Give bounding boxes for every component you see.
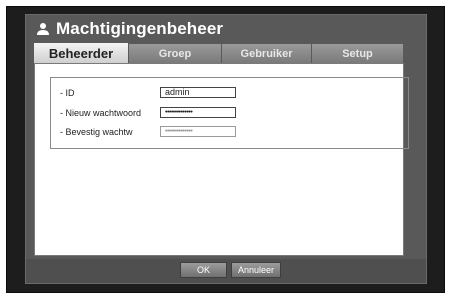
ok-button[interactable]: OK — [180, 262, 227, 278]
tab-bar: Beheerder Groep Gebruiker Setup — [34, 43, 404, 63]
id-field[interactable]: admin — [160, 87, 236, 98]
cancel-button[interactable]: Annuleer — [231, 262, 281, 278]
dialog-title: Machtigingenbeheer — [36, 18, 223, 40]
id-label: - ID — [60, 88, 75, 98]
tab-gebruiker[interactable]: Gebruiker — [222, 44, 312, 63]
dialog-title-text: Machtigingenbeheer — [56, 19, 224, 38]
new-password-label: - Nieuw wachtwoord — [60, 108, 142, 118]
tab-groep[interactable]: Groep — [129, 44, 222, 63]
confirm-password-field[interactable]: •••••••••••••• — [160, 126, 236, 137]
tab-beheerder[interactable]: Beheerder — [34, 43, 129, 63]
confirm-password-label: - Bevestig wachtw — [60, 127, 133, 137]
user-icon — [36, 22, 50, 36]
new-password-field[interactable]: •••••••••••••• — [160, 107, 236, 118]
tab-setup[interactable]: Setup — [312, 44, 404, 63]
